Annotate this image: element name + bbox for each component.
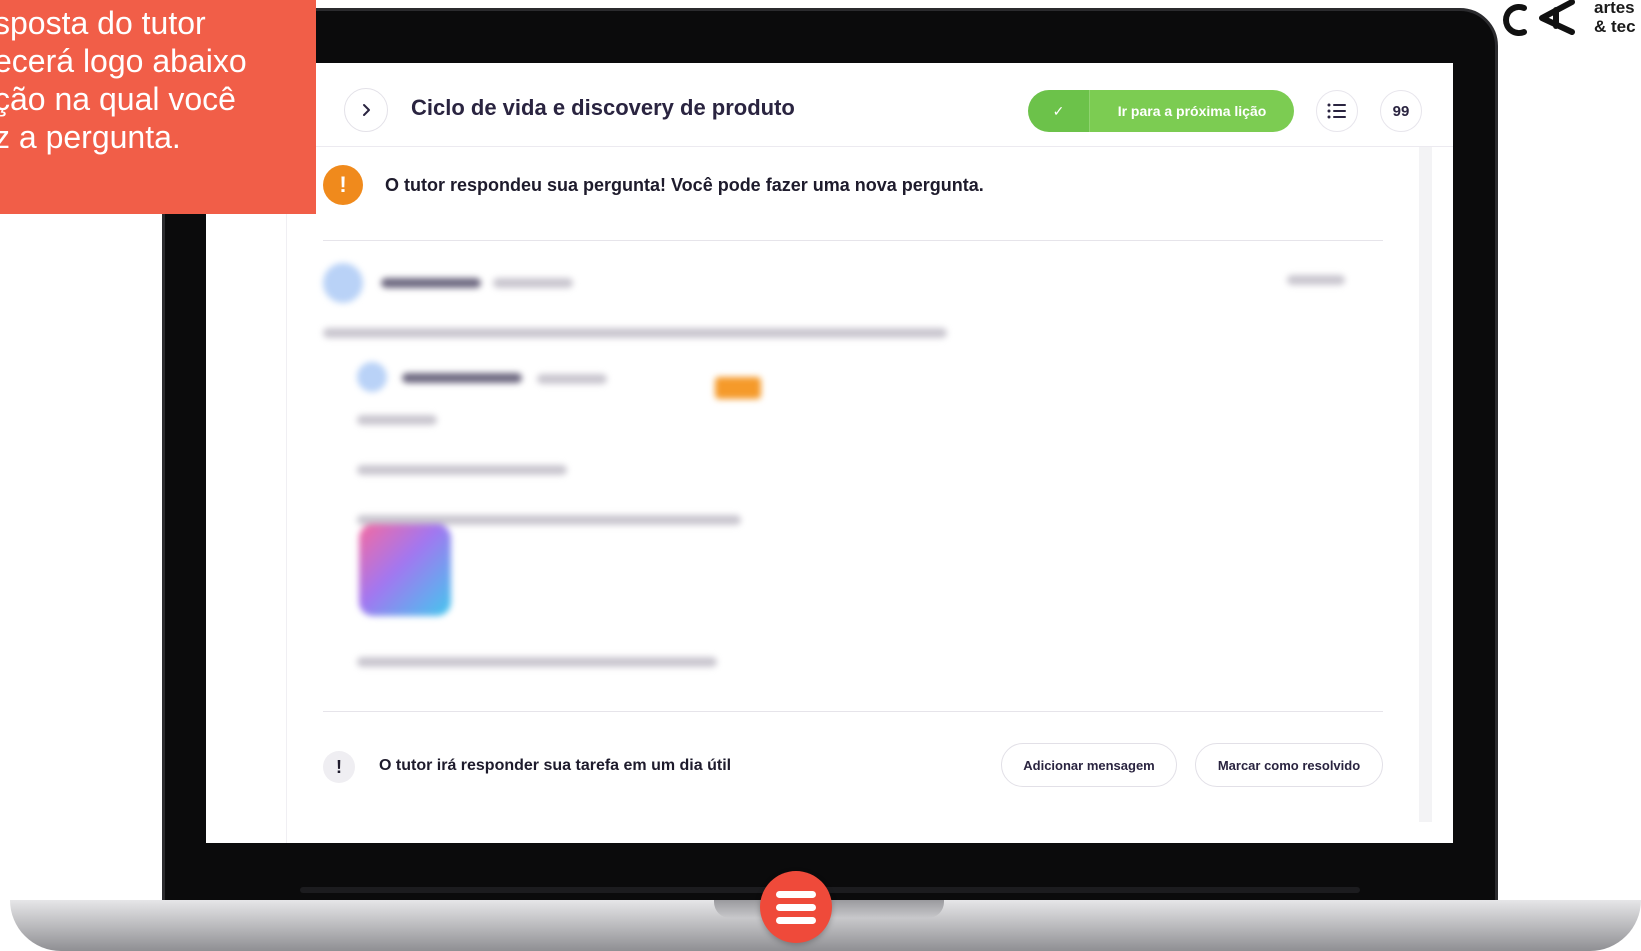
next-lesson-label[interactable]: Ir para a próxima lição bbox=[1090, 90, 1294, 132]
status-badge bbox=[715, 377, 761, 399]
mark-resolved-button[interactable]: Marcar como resolvido bbox=[1195, 743, 1383, 787]
laptop-screen: Ciclo de vida e discovery de produto ✓ I… bbox=[206, 63, 1453, 843]
quote-button[interactable]: 99 bbox=[1380, 90, 1422, 132]
brand-logo: artes & tec bbox=[1494, 0, 1641, 42]
attachment-thumbnail[interactable] bbox=[359, 524, 451, 616]
menu-button[interactable] bbox=[760, 871, 832, 943]
alert-icon: ! bbox=[323, 165, 363, 205]
logo-mark-icon bbox=[1503, 0, 1575, 36]
alert-icon: ! bbox=[323, 751, 355, 783]
lesson-title: Ciclo de vida e discovery de produto bbox=[411, 95, 795, 120]
scrollbar[interactable] bbox=[1419, 147, 1432, 822]
callout-line: z a pergunta. bbox=[0, 119, 181, 155]
thread-footer: ! O tutor irá responder sua tarefa em um… bbox=[323, 737, 1383, 793]
answered-notice: ! O tutor respondeu sua pergunta! Você p… bbox=[323, 165, 984, 205]
check-icon[interactable]: ✓ bbox=[1028, 90, 1090, 132]
chevron-right-icon bbox=[363, 104, 370, 116]
logo-line: & tec bbox=[1594, 17, 1636, 36]
divider bbox=[323, 240, 1383, 241]
instruction-callout: sposta do tutor ecerá logo abaixo ção na… bbox=[0, 0, 316, 214]
logo-text: artes & tec bbox=[1594, 0, 1636, 36]
response-time-text: O tutor irá responder sua tarefa em um d… bbox=[379, 757, 732, 774]
next-lesson-button[interactable]: ✓ Ir para a próxima lição bbox=[1028, 90, 1294, 132]
avatar bbox=[357, 362, 387, 392]
laptop-hinge bbox=[300, 887, 1360, 893]
callout-line: sposta do tutor bbox=[0, 5, 206, 41]
lesson-list-button[interactable] bbox=[1316, 90, 1358, 132]
question-thread: ! O tutor respondeu sua pergunta! Você p… bbox=[286, 147, 1413, 843]
add-message-button[interactable]: Adicionar mensagem bbox=[1001, 743, 1177, 787]
logo-line: artes bbox=[1594, 0, 1635, 17]
menu-icon bbox=[776, 890, 816, 898]
callout-line: ção na qual você bbox=[0, 81, 236, 117]
divider bbox=[323, 711, 1383, 712]
next-arrow-button[interactable] bbox=[344, 88, 388, 132]
callout-line: ecerá logo abaixo bbox=[0, 43, 247, 79]
lesson-topbar: Ciclo de vida e discovery de produto ✓ I… bbox=[206, 63, 1453, 147]
list-icon bbox=[1327, 103, 1346, 119]
quote-icon: 99 bbox=[1392, 102, 1410, 120]
answered-notice-text: O tutor respondeu sua pergunta! Você pod… bbox=[385, 174, 984, 195]
avatar bbox=[323, 263, 363, 303]
